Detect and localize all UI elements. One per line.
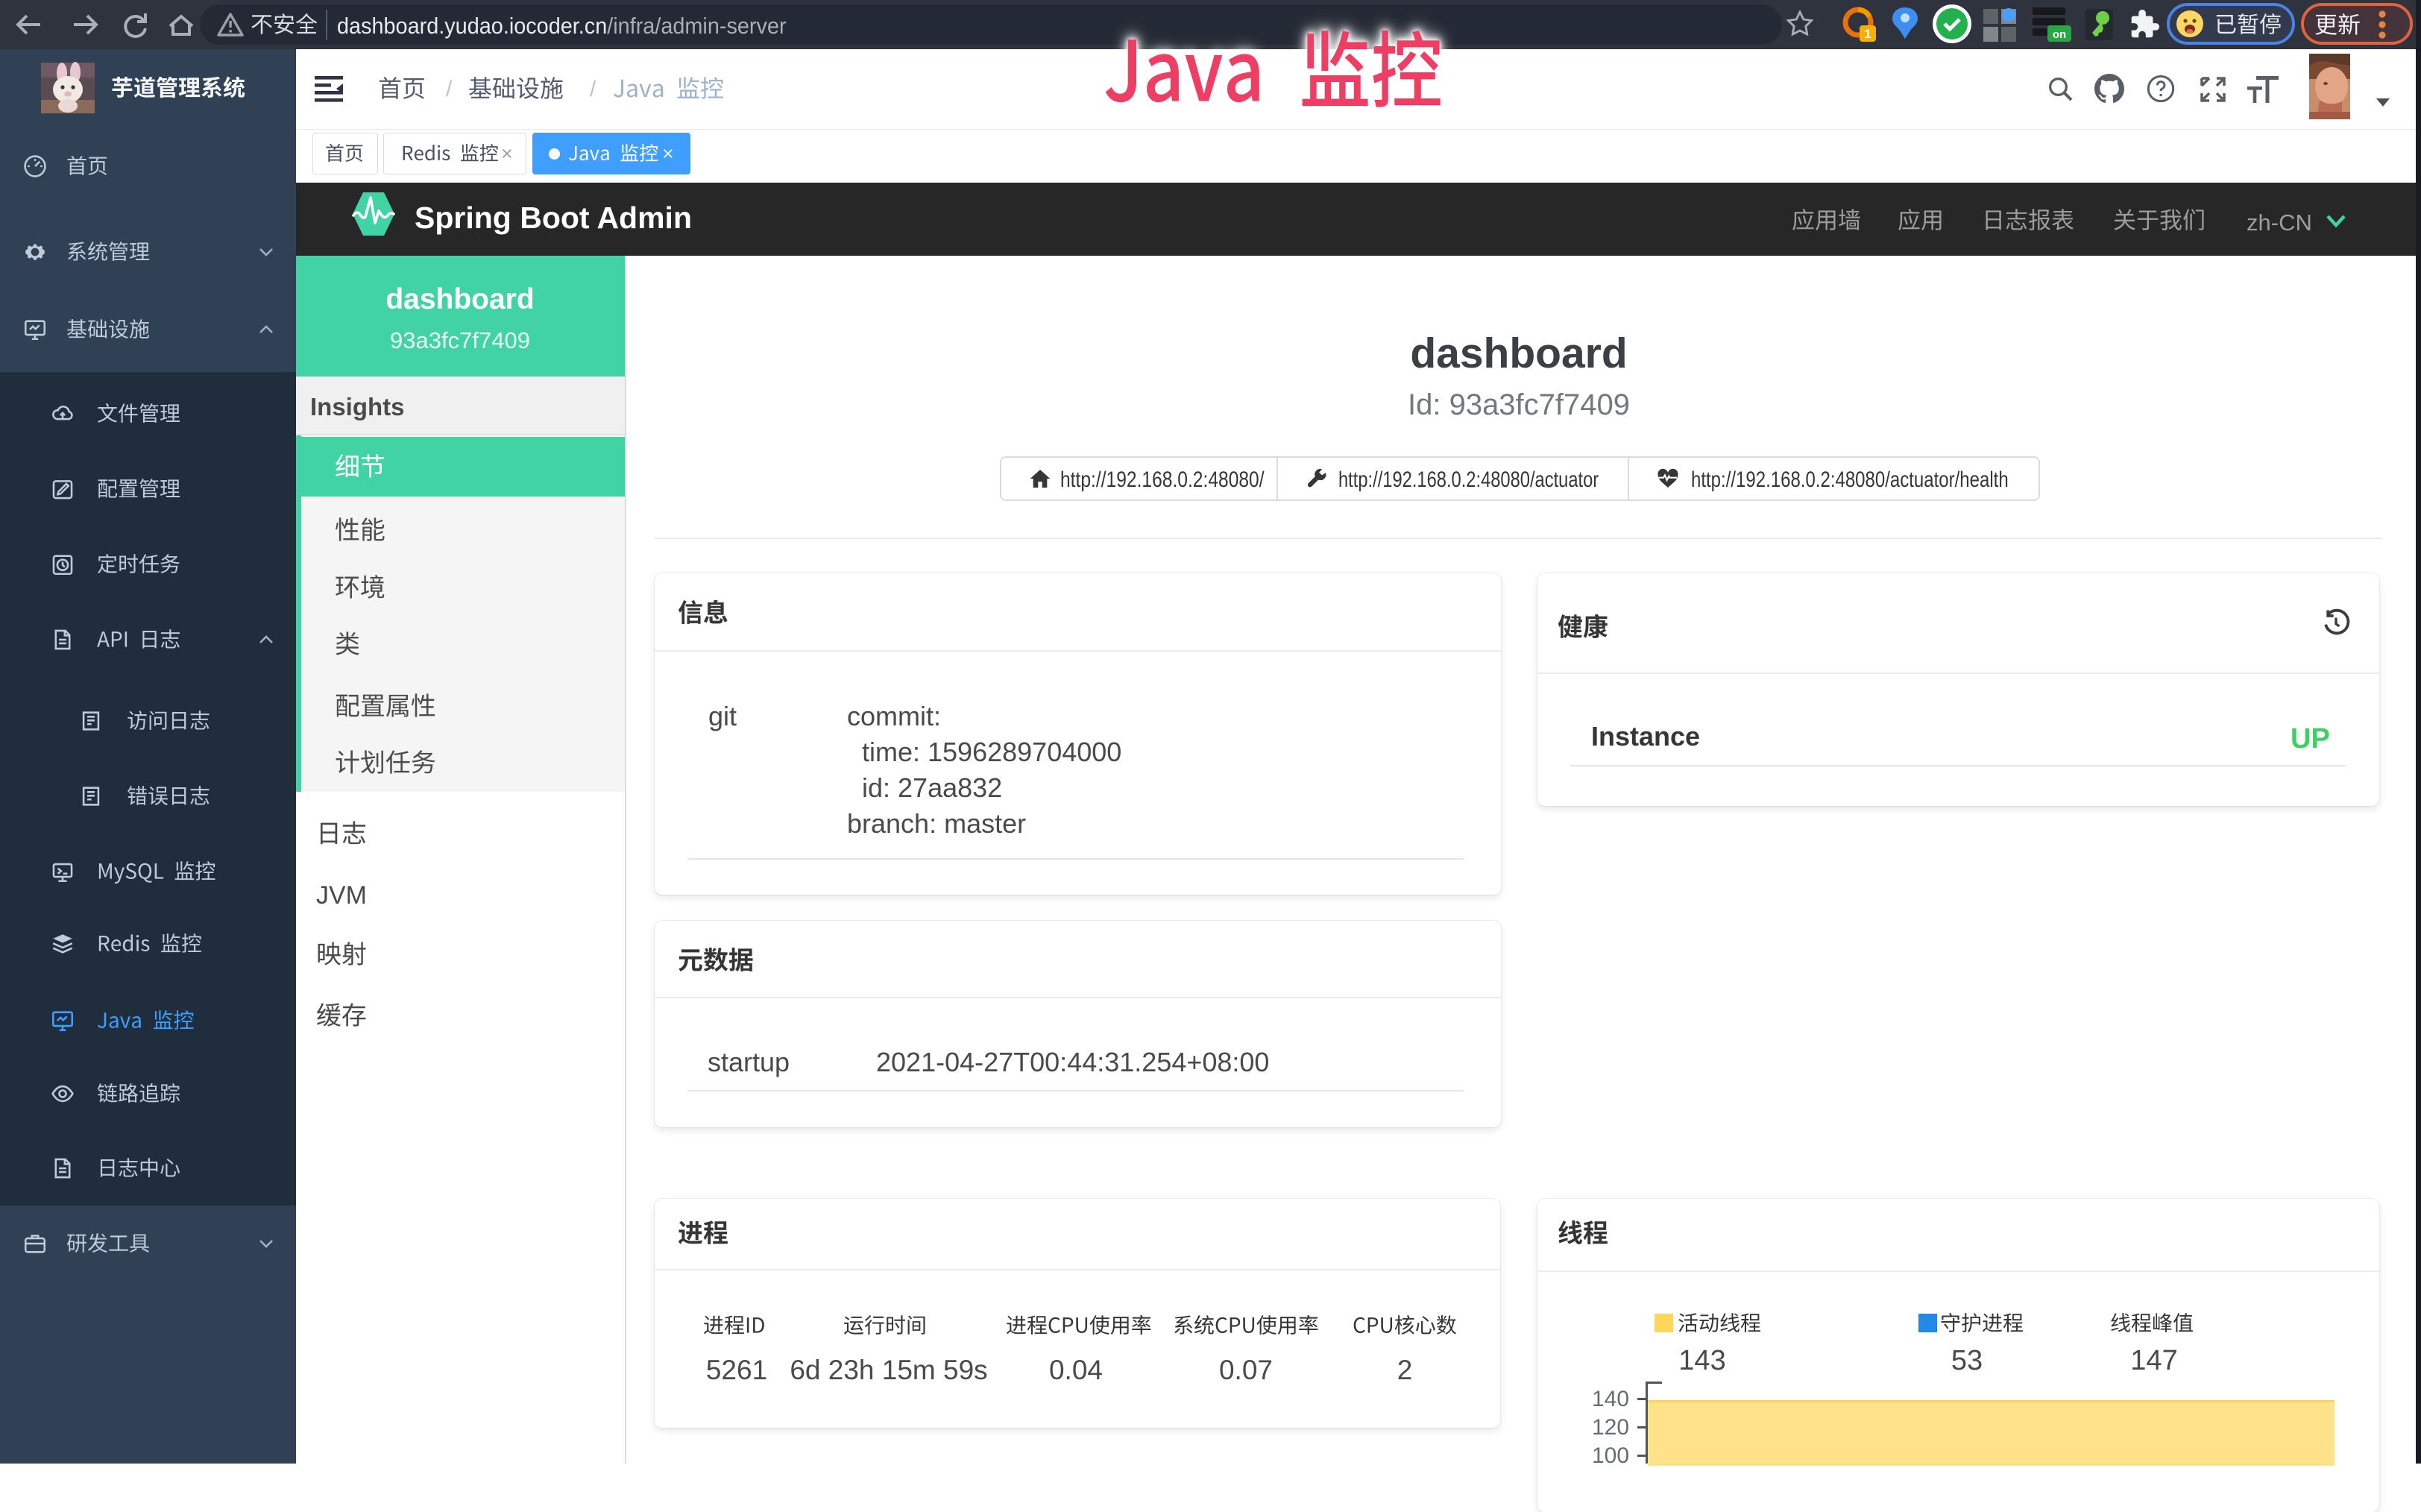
svg-text:on: on xyxy=(2053,28,2066,41)
svg-text:1: 1 xyxy=(1864,27,1871,41)
